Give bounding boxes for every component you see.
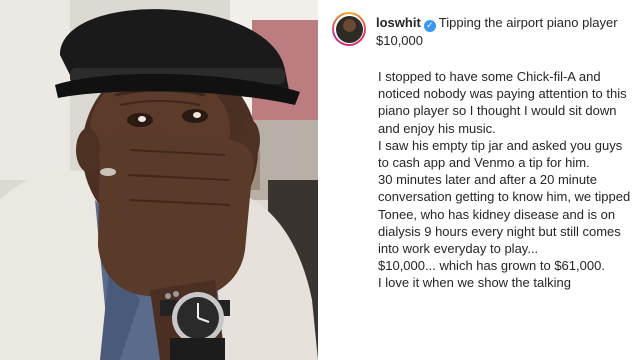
avatar-photo xyxy=(335,15,363,43)
caption-paragraph: I love it when we show the talking xyxy=(378,275,571,291)
caption-paragraph: 30 minutes later and after a 20 minute c… xyxy=(378,172,631,257)
post-caption-panel: loswhit ✓ Tipping the airport piano player… xyxy=(318,0,640,360)
photo-illustration xyxy=(0,0,318,360)
post-header-text: loswhit ✓ Tipping the airport piano player… xyxy=(376,14,630,50)
post-photo xyxy=(0,0,318,360)
username-link[interactable]: loswhit xyxy=(376,15,421,30)
screenshot-frame: loswhit ✓ Tipping the airport piano player… xyxy=(0,0,640,360)
avatar-image xyxy=(334,14,364,44)
post-header: loswhit ✓ Tipping the airport piano player… xyxy=(332,12,630,50)
caption-paragraph: $10,000... which has grown to $61,000. xyxy=(378,258,605,274)
post-caption: I stopped to have some Chick-fil-A and n… xyxy=(378,68,636,292)
verified-badge-icon: ✓ xyxy=(423,20,436,32)
avatar[interactable] xyxy=(332,12,366,46)
caption-paragraph: I saw his empty tip jar and asked you gu… xyxy=(378,137,623,171)
caption-paragraph: I stopped to have some Chick-fil-A and n… xyxy=(378,69,627,136)
